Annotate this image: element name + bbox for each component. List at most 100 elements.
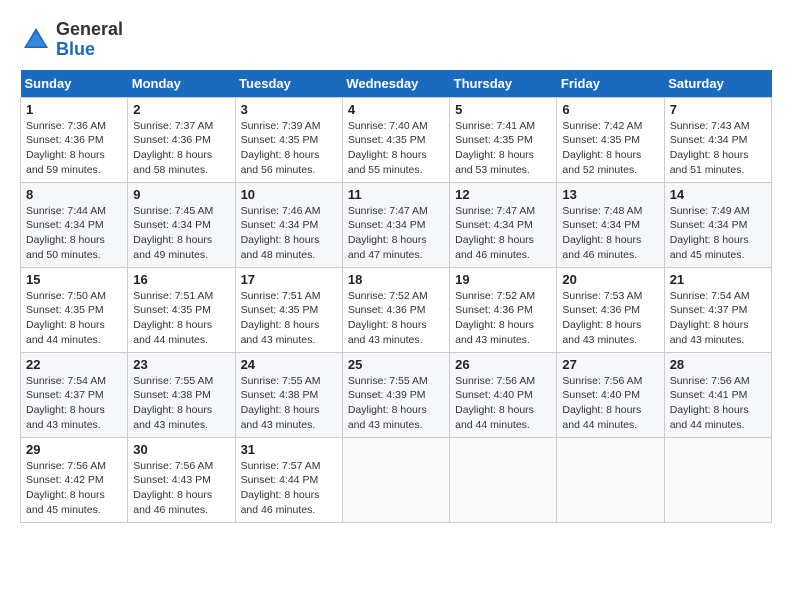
day-number: 9 xyxy=(133,187,229,202)
calendar-day-cell: 14 Sunrise: 7:49 AM Sunset: 4:34 PM Dayl… xyxy=(664,182,771,267)
day-info: Sunrise: 7:56 AM Sunset: 4:40 PM Dayligh… xyxy=(562,374,658,433)
day-number: 31 xyxy=(241,442,337,457)
day-number: 6 xyxy=(562,102,658,117)
day-info: Sunrise: 7:43 AM Sunset: 4:34 PM Dayligh… xyxy=(670,119,766,178)
calendar-day-cell xyxy=(342,437,449,522)
sunset-label: Sunset: 4:37 PM xyxy=(26,389,104,401)
calendar-day-cell: 1 Sunrise: 7:36 AM Sunset: 4:36 PM Dayli… xyxy=(21,97,128,182)
daylight-label: Daylight: 8 hours and 46 minutes. xyxy=(241,489,320,516)
sunset-label: Sunset: 4:35 PM xyxy=(241,134,319,146)
sunrise-label: Sunrise: 7:56 AM xyxy=(26,460,106,472)
calendar-day-cell: 17 Sunrise: 7:51 AM Sunset: 4:35 PM Dayl… xyxy=(235,267,342,352)
day-number: 12 xyxy=(455,187,551,202)
calendar-day-cell: 5 Sunrise: 7:41 AM Sunset: 4:35 PM Dayli… xyxy=(450,97,557,182)
calendar-day-cell: 25 Sunrise: 7:55 AM Sunset: 4:39 PM Dayl… xyxy=(342,352,449,437)
sunset-label: Sunset: 4:34 PM xyxy=(455,219,533,231)
day-info: Sunrise: 7:39 AM Sunset: 4:35 PM Dayligh… xyxy=(241,119,337,178)
day-info: Sunrise: 7:50 AM Sunset: 4:35 PM Dayligh… xyxy=(26,289,122,348)
logo: General Blue xyxy=(20,20,123,60)
sunset-label: Sunset: 4:42 PM xyxy=(26,474,104,486)
day-number: 15 xyxy=(26,272,122,287)
calendar-day-cell: 15 Sunrise: 7:50 AM Sunset: 4:35 PM Dayl… xyxy=(21,267,128,352)
daylight-label: Daylight: 8 hours and 59 minutes. xyxy=(26,149,105,176)
sunset-label: Sunset: 4:35 PM xyxy=(562,134,640,146)
daylight-label: Daylight: 8 hours and 43 minutes. xyxy=(562,319,641,346)
day-number: 16 xyxy=(133,272,229,287)
sunset-label: Sunset: 4:43 PM xyxy=(133,474,211,486)
day-info: Sunrise: 7:52 AM Sunset: 4:36 PM Dayligh… xyxy=(455,289,551,348)
day-number: 10 xyxy=(241,187,337,202)
daylight-label: Daylight: 8 hours and 52 minutes. xyxy=(562,149,641,176)
calendar-day-cell: 6 Sunrise: 7:42 AM Sunset: 4:35 PM Dayli… xyxy=(557,97,664,182)
daylight-label: Daylight: 8 hours and 53 minutes. xyxy=(455,149,534,176)
sunrise-label: Sunrise: 7:47 AM xyxy=(455,205,535,217)
calendar-day-cell xyxy=(557,437,664,522)
day-info: Sunrise: 7:42 AM Sunset: 4:35 PM Dayligh… xyxy=(562,119,658,178)
sunset-label: Sunset: 4:36 PM xyxy=(26,134,104,146)
sunset-label: Sunset: 4:34 PM xyxy=(670,134,748,146)
day-number: 3 xyxy=(241,102,337,117)
day-info: Sunrise: 7:45 AM Sunset: 4:34 PM Dayligh… xyxy=(133,204,229,263)
sunset-label: Sunset: 4:35 PM xyxy=(241,304,319,316)
daylight-label: Daylight: 8 hours and 43 minutes. xyxy=(241,404,320,431)
daylight-label: Daylight: 8 hours and 43 minutes. xyxy=(26,404,105,431)
day-info: Sunrise: 7:55 AM Sunset: 4:39 PM Dayligh… xyxy=(348,374,444,433)
day-info: Sunrise: 7:57 AM Sunset: 4:44 PM Dayligh… xyxy=(241,459,337,518)
sunrise-label: Sunrise: 7:51 AM xyxy=(133,290,213,302)
sunrise-label: Sunrise: 7:42 AM xyxy=(562,120,642,132)
day-number: 5 xyxy=(455,102,551,117)
day-info: Sunrise: 7:46 AM Sunset: 4:34 PM Dayligh… xyxy=(241,204,337,263)
calendar-day-cell: 11 Sunrise: 7:47 AM Sunset: 4:34 PM Dayl… xyxy=(342,182,449,267)
daylight-label: Daylight: 8 hours and 44 minutes. xyxy=(26,319,105,346)
day-number: 22 xyxy=(26,357,122,372)
day-number: 20 xyxy=(562,272,658,287)
day-number: 24 xyxy=(241,357,337,372)
calendar-day-cell: 23 Sunrise: 7:55 AM Sunset: 4:38 PM Dayl… xyxy=(128,352,235,437)
day-info: Sunrise: 7:51 AM Sunset: 4:35 PM Dayligh… xyxy=(133,289,229,348)
sunrise-label: Sunrise: 7:44 AM xyxy=(26,205,106,217)
daylight-label: Daylight: 8 hours and 43 minutes. xyxy=(133,404,212,431)
sunset-label: Sunset: 4:37 PM xyxy=(670,304,748,316)
sunrise-label: Sunrise: 7:47 AM xyxy=(348,205,428,217)
day-info: Sunrise: 7:56 AM Sunset: 4:40 PM Dayligh… xyxy=(455,374,551,433)
sunrise-label: Sunrise: 7:53 AM xyxy=(562,290,642,302)
sunrise-label: Sunrise: 7:50 AM xyxy=(26,290,106,302)
logo-icon xyxy=(20,24,52,56)
calendar-header-row: SundayMondayTuesdayWednesdayThursdayFrid… xyxy=(21,70,772,98)
day-number: 28 xyxy=(670,357,766,372)
sunrise-label: Sunrise: 7:54 AM xyxy=(670,290,750,302)
calendar-day-cell: 13 Sunrise: 7:48 AM Sunset: 4:34 PM Dayl… xyxy=(557,182,664,267)
daylight-label: Daylight: 8 hours and 58 minutes. xyxy=(133,149,212,176)
day-number: 21 xyxy=(670,272,766,287)
day-info: Sunrise: 7:53 AM Sunset: 4:36 PM Dayligh… xyxy=(562,289,658,348)
day-number: 1 xyxy=(26,102,122,117)
calendar-week-row: 15 Sunrise: 7:50 AM Sunset: 4:35 PM Dayl… xyxy=(21,267,772,352)
day-of-week-header: Sunday xyxy=(21,70,128,98)
calendar-day-cell: 19 Sunrise: 7:52 AM Sunset: 4:36 PM Dayl… xyxy=(450,267,557,352)
daylight-label: Daylight: 8 hours and 44 minutes. xyxy=(455,404,534,431)
sunset-label: Sunset: 4:35 PM xyxy=(348,134,426,146)
calendar-day-cell: 10 Sunrise: 7:46 AM Sunset: 4:34 PM Dayl… xyxy=(235,182,342,267)
daylight-label: Daylight: 8 hours and 44 minutes. xyxy=(670,404,749,431)
day-of-week-header: Thursday xyxy=(450,70,557,98)
day-info: Sunrise: 7:52 AM Sunset: 4:36 PM Dayligh… xyxy=(348,289,444,348)
calendar-day-cell: 28 Sunrise: 7:56 AM Sunset: 4:41 PM Dayl… xyxy=(664,352,771,437)
sunset-label: Sunset: 4:34 PM xyxy=(133,219,211,231)
calendar-day-cell: 29 Sunrise: 7:56 AM Sunset: 4:42 PM Dayl… xyxy=(21,437,128,522)
sunrise-label: Sunrise: 7:40 AM xyxy=(348,120,428,132)
sunset-label: Sunset: 4:36 PM xyxy=(562,304,640,316)
day-number: 29 xyxy=(26,442,122,457)
day-of-week-header: Tuesday xyxy=(235,70,342,98)
day-of-week-header: Saturday xyxy=(664,70,771,98)
calendar-day-cell: 20 Sunrise: 7:53 AM Sunset: 4:36 PM Dayl… xyxy=(557,267,664,352)
sunrise-label: Sunrise: 7:43 AM xyxy=(670,120,750,132)
calendar-day-cell: 4 Sunrise: 7:40 AM Sunset: 4:35 PM Dayli… xyxy=(342,97,449,182)
day-number: 30 xyxy=(133,442,229,457)
calendar-day-cell: 8 Sunrise: 7:44 AM Sunset: 4:34 PM Dayli… xyxy=(21,182,128,267)
calendar-week-row: 29 Sunrise: 7:56 AM Sunset: 4:42 PM Dayl… xyxy=(21,437,772,522)
day-number: 7 xyxy=(670,102,766,117)
daylight-label: Daylight: 8 hours and 46 minutes. xyxy=(133,489,212,516)
sunset-label: Sunset: 4:35 PM xyxy=(455,134,533,146)
sunrise-label: Sunrise: 7:51 AM xyxy=(241,290,321,302)
calendar-day-cell: 24 Sunrise: 7:55 AM Sunset: 4:38 PM Dayl… xyxy=(235,352,342,437)
